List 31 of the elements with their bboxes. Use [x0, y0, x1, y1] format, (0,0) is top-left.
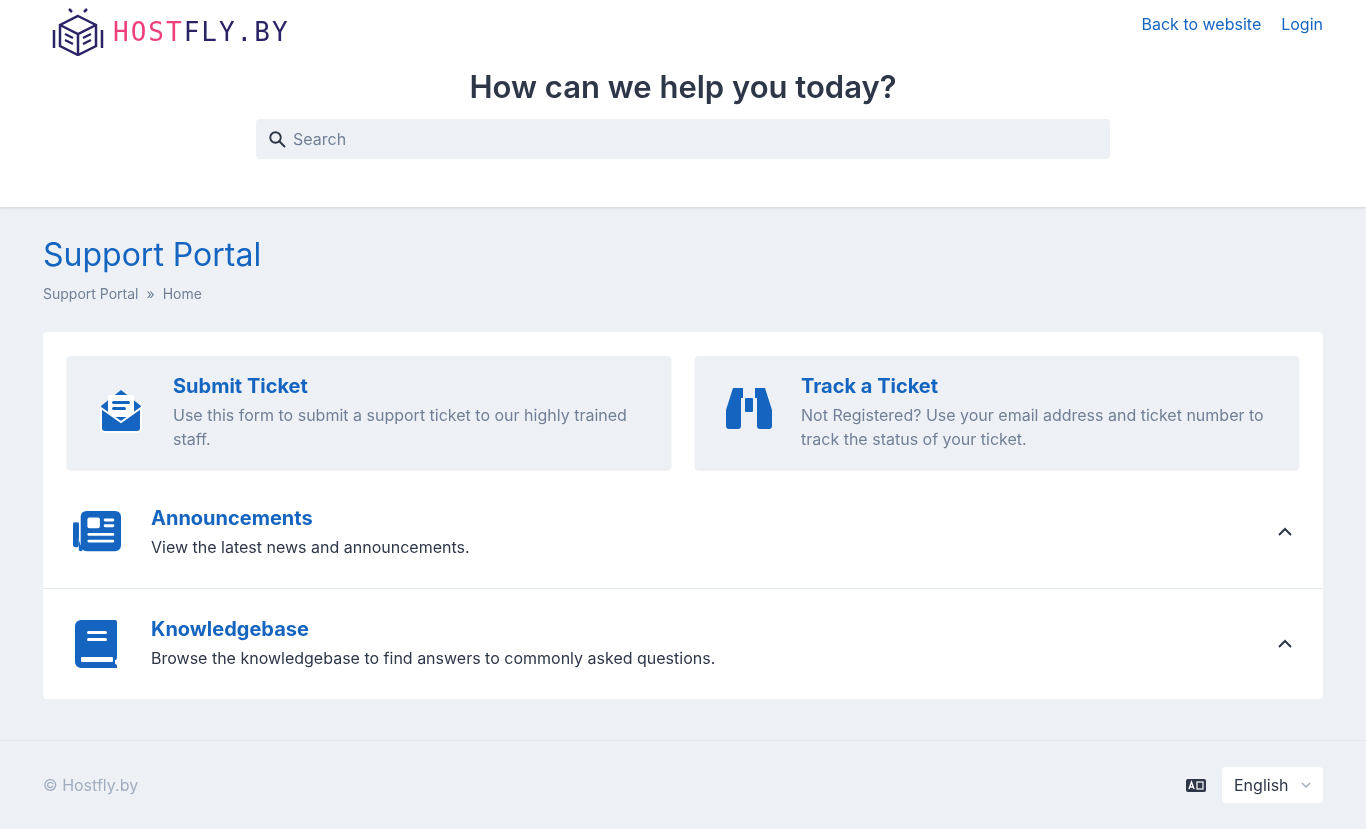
language-select[interactable]: English — [1222, 767, 1323, 803]
search-field[interactable]: Search — [256, 118, 1110, 159]
section-title: Knowledgebase — [151, 617, 310, 643]
page-heading: How can we help you today? — [468, 68, 898, 107]
logo-text: HOSTFLY.BY — [113, 19, 290, 45]
page-title: Support Portal — [43, 234, 263, 275]
cube-logo-icon — [51, 8, 105, 56]
section-description: Browse the knowledgebase to find answers to commonly asked questions. — [151, 647, 717, 671]
action-card[interactable]: Track a Ticket Not Registered? Use your email address and ticket number to track the status of your ticket. — [695, 355, 1299, 469]
breadcrumb-link[interactable]: Home — [162, 282, 202, 304]
chevron-icon[interactable] — [1277, 527, 1293, 538]
action-card[interactable]: Submit Ticket Use this form to submit a support ticket to our highly trained staff. — [67, 355, 671, 469]
breadcrumb-link[interactable]: Support Portal — [43, 282, 139, 304]
section-description: View the latest news and announcements. — [151, 535, 471, 559]
card-description: Use this form to submit a support ticket to our highly trained staff. — [173, 403, 628, 451]
chevron-down-icon — [1301, 782, 1311, 788]
card-title: Submit Ticket — [173, 373, 309, 399]
binoculars-icon — [725, 385, 773, 430]
section-row[interactable]: Knowledgebase Browse the knowledgebase to find answers to commonly asked questions. — [43, 587, 1323, 699]
chevron-icon[interactable] — [1277, 638, 1293, 649]
section-row[interactable]: Announcements View the latest news and announcements. — [43, 476, 1323, 588]
logo[interactable]: HOSTFLY.BY — [51, 8, 290, 56]
language-icon — [1186, 778, 1206, 792]
copyright-text: © Hostfly.by — [43, 774, 139, 797]
section-title: Announcements — [151, 505, 314, 531]
card-title: Track a Ticket — [801, 373, 940, 399]
card-description: Not Registered? Use your email address and ticket number to track the status of your ticket. — [801, 403, 1265, 451]
nav-link[interactable]: Back to website — [1141, 12, 1262, 36]
nav-link[interactable]: Login — [1281, 12, 1323, 36]
book-icon — [75, 619, 119, 668]
breadcrumb-separator: » — [146, 283, 155, 304]
